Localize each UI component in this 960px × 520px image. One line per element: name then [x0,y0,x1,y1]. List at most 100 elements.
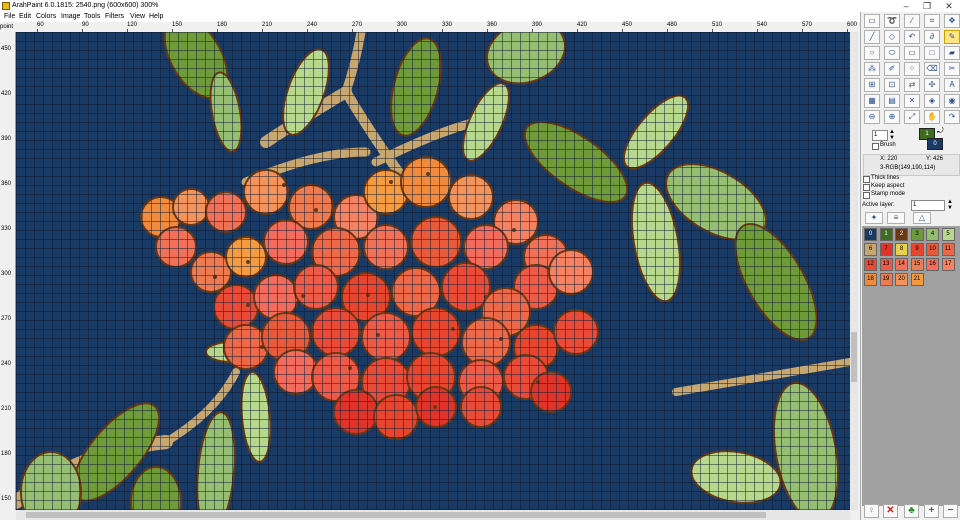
menu-image[interactable]: Image [61,12,80,22]
spline-icon[interactable]: ∂ [924,30,940,44]
background-color[interactable]: 0 [927,138,943,150]
crop-icon[interactable]: ⌗ [924,14,940,28]
zoom-out-icon[interactable]: ⊖ [864,110,880,124]
replace-color-icon[interactable]: ⇄ [904,78,920,92]
remove-color-button[interactable]: − [943,504,958,518]
drawing-canvas[interactable] [16,32,850,510]
palette-swatch[interactable]: 16 [926,258,939,271]
thick-lines-checkbox[interactable] [863,176,870,183]
active-layer-stepper[interactable]: ▲ ▼ [947,199,953,211]
menu-file[interactable]: File [4,12,15,22]
stamp-icon[interactable]: ⊞ [864,78,880,92]
layers-icon[interactable]: ▤ [884,94,900,108]
polyline-icon[interactable]: ◇ [884,30,900,44]
curve-icon[interactable]: ↶ [904,30,920,44]
brush-icon[interactable]: ✐ [884,62,900,76]
ellipse-icon[interactable]: ⬭ [884,46,900,60]
menu-help[interactable]: Help [149,12,163,22]
clone-icon[interactable]: ⊡ [884,78,900,92]
palette-swatch[interactable]: 1 [879,228,893,241]
palette-swatch[interactable]: 4 [926,228,939,241]
swap-colors-icon[interactable]: ⤾ [937,126,944,136]
palette-swatch[interactable]: 21 [910,273,924,286]
active-layer-field[interactable]: 1 [911,200,945,211]
palette-swatch[interactable]: 12 [864,258,877,271]
fit-screen-icon[interactable]: ⤢ [904,110,920,124]
brush-size-stepper[interactable]: ▲ ▼ [889,129,895,141]
palette-swatch[interactable]: 5 [941,228,955,241]
menu-view[interactable]: View [130,12,145,22]
select-rect-icon[interactable]: ▭ [864,14,880,28]
scissors-icon[interactable]: ✂ [944,62,960,76]
flip-icon[interactable]: ✣ [924,78,940,92]
palette-swatch[interactable]: 19 [879,273,893,286]
maximize-button[interactable]: ❐ [916,0,938,12]
palette-swatch[interactable]: 9 [910,243,924,256]
text-icon[interactable]: A [944,78,960,92]
brush-checkbox[interactable] [872,143,879,150]
menu-filters[interactable]: Filters [105,12,124,22]
palette-swatch[interactable]: 11 [941,243,955,256]
lasso-icon[interactable]: ➰ [884,14,900,28]
pixel-image[interactable] [16,32,850,510]
coordinates-readout: X: 220 Y: 426 3-RGB(149,190,114) [863,154,960,176]
flood-fill-icon[interactable]: ◈ [924,94,940,108]
menu-colors[interactable]: Colors [36,12,56,22]
eraser-icon[interactable]: ⌫ [924,62,940,76]
stamps-tab-icon[interactable]: △ [913,212,931,224]
menu-tools[interactable]: Tools [84,12,100,22]
palette-swatch[interactable]: 6 [864,243,877,256]
ruler-tick: 480 [667,22,678,32]
stamp-mode-checkbox[interactable] [863,192,870,199]
redo-icon[interactable]: ↷ [944,110,960,124]
ruler-tick: 420 [577,22,588,32]
palette-swatch[interactable]: 13 [879,258,893,271]
menu-edit[interactable]: Edit [19,12,31,22]
circle-icon[interactable]: ○ [864,46,880,60]
delete-color-button[interactable]: ✕ [883,504,898,518]
add-palette-icon[interactable]: ♣ [904,504,919,518]
palette-swatch[interactable]: 3 [910,228,924,241]
vertical-scroll-thumb[interactable] [851,332,857,382]
keep-aspect-checkbox[interactable] [863,184,870,191]
palette-swatch[interactable]: 2 [895,228,908,241]
color-fill-icon[interactable]: ◉ [944,94,960,108]
horizontal-scroll-thumb[interactable] [26,512,766,518]
menu-bar: File Edit Colors Image Tools Filters Vie… [0,12,860,22]
line-icon[interactable]: ╱ [864,30,880,44]
palette-swatch[interactable]: 10 [926,243,939,256]
palette-swatch[interactable]: 17 [941,258,955,271]
ruler-tick: 150 [1,496,12,502]
palette-swatch[interactable]: 20 [895,273,908,286]
y-coordinate: Y: 426 [926,156,944,162]
pattern-icon[interactable]: ▦ [864,94,880,108]
ruler-tick: 390 [1,136,12,142]
lightbulb-icon[interactable]: ♀ [864,504,879,518]
palette-swatch[interactable]: 8 [895,243,908,256]
palette-swatch[interactable]: 15 [910,258,924,271]
zoom-in-icon[interactable]: ⊕ [884,110,900,124]
transform-icon[interactable]: ✕ [904,94,920,108]
brush-size-field[interactable]: 1 [872,130,888,141]
spray-icon[interactable]: ⁘ [904,62,920,76]
vertical-scrollbar[interactable] [850,32,858,510]
layers-tab-icon[interactable]: ≡ [887,212,905,224]
palette-swatch[interactable]: 14 [895,258,908,271]
minimize-button[interactable]: – [895,0,917,12]
add-color-button[interactable]: + [924,504,939,518]
move-icon[interactable]: ✥ [944,14,960,28]
close-button[interactable]: ✕ [938,0,960,12]
pencil-icon[interactable]: ✎ [944,30,960,44]
hand-icon[interactable]: ✋ [924,110,940,124]
horizontal-scrollbar[interactable] [16,510,850,520]
square-icon[interactable]: □ [924,46,940,60]
palette-swatch[interactable]: 18 [864,273,877,286]
rectangle-icon[interactable]: ▭ [904,46,920,60]
palette-swatch[interactable]: 7 [879,243,893,256]
palette-swatch[interactable]: 0 [864,228,877,241]
ruler-unit: point [0,24,14,30]
eyedropper-icon[interactable]: ⁂ [864,62,880,76]
magic-wand-icon[interactable]: ⁄ [904,14,920,28]
fill-shape-icon[interactable]: ▰ [944,46,960,60]
palette-tab-icon[interactable]: ✦ [865,212,883,224]
